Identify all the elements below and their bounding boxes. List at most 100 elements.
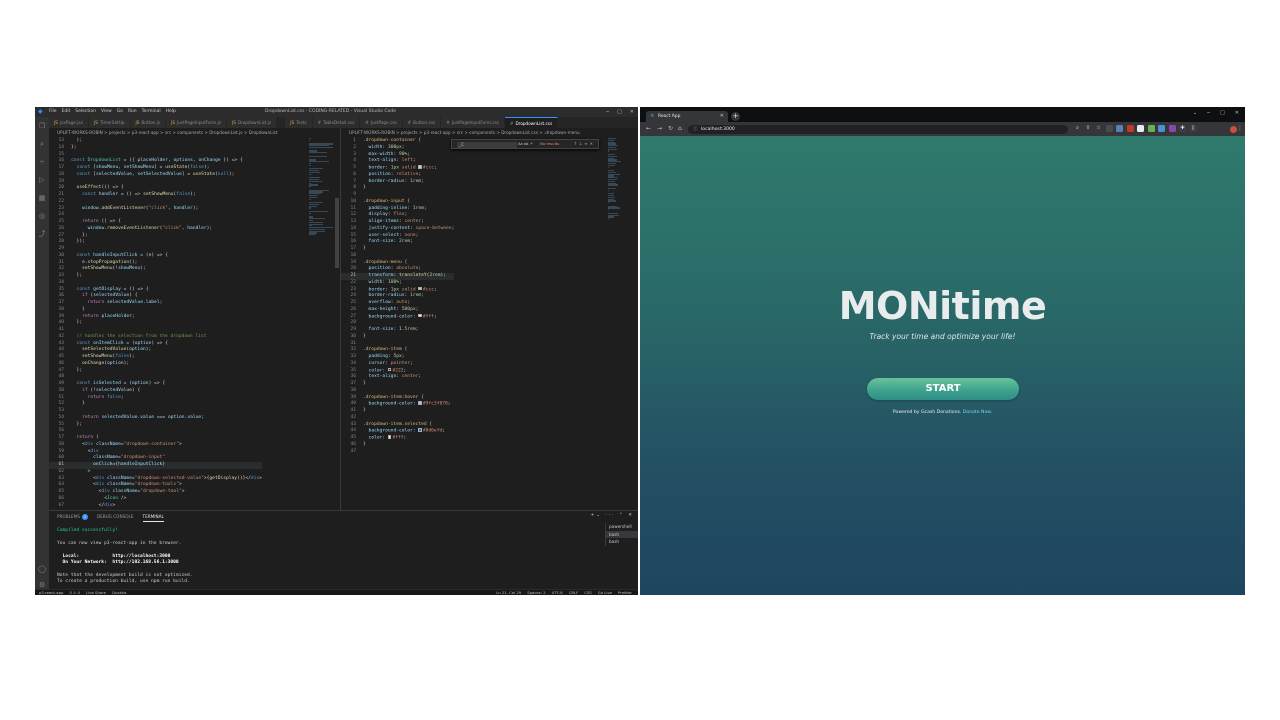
code-line[interactable]: 18 const [selectedValue, setSelectedValu…: [49, 172, 262, 179]
code-text[interactable]: };: [71, 320, 83, 327]
code-line[interactable]: 46 onChange(option);: [49, 361, 262, 368]
extensions-icon[interactable]: ▦: [38, 194, 46, 202]
code-line[interactable]: 28 });: [49, 239, 262, 246]
code-text[interactable]: };: [71, 422, 83, 429]
share-icon[interactable]: ⇪: [1085, 125, 1092, 132]
terminal-instance[interactable]: powershell: [606, 523, 638, 531]
editor-tab[interactable]: JS Tests: [285, 117, 313, 128]
code-line[interactable]: 33 };: [49, 273, 262, 280]
code-line[interactable]: 44 background-color: #0d6efd;: [341, 428, 454, 435]
close-icon[interactable]: ✕: [630, 108, 634, 116]
color-swatch[interactable]: [418, 286, 422, 290]
code-text[interactable]: width: 100%;: [363, 280, 402, 287]
menu-item[interactable]: View: [101, 108, 112, 116]
extension-icon[interactable]: [1158, 125, 1165, 132]
code-line[interactable]: 26 window.removeEventListener("click", h…: [49, 226, 262, 233]
status-item[interactable]: 0 ⚠ 0: [69, 590, 80, 595]
code-text[interactable]: width: 300px;: [363, 145, 405, 152]
code-line[interactable]: 22 width: 100%;: [341, 280, 454, 287]
code-line[interactable]: 54 return selectedValue.value === option…: [49, 415, 262, 422]
code-line[interactable]: 25 return () => {: [49, 219, 262, 226]
status-item[interactable]: Quokka: [112, 590, 126, 595]
status-item[interactable]: Go Live: [598, 590, 612, 595]
code-area-css[interactable]: 1 .dropdown-container {2 width: 300px; 3 m…: [341, 138, 455, 455]
code-text[interactable]: const handler = () => setShowMenu(false)…: [71, 192, 196, 199]
remote-icon[interactable]: ◎: [38, 212, 46, 220]
account-icon[interactable]: ◯: [38, 565, 46, 573]
code-line[interactable]: 37}: [341, 381, 454, 388]
code-line[interactable]: 40 background-color: #9fc3f870;: [341, 401, 454, 408]
code-text[interactable]: background-color: #9fc3f870;: [363, 401, 451, 408]
code-text[interactable]: };: [71, 368, 83, 375]
code-text[interactable]: onChange(option);: [71, 361, 129, 368]
status-item[interactable]: CRLF: [569, 590, 579, 595]
extension-icon[interactable]: [1147, 125, 1155, 132]
code-text[interactable]: setShowMenu(!showMenu);: [71, 266, 146, 273]
bookmark-star-icon[interactable]: ☆: [1095, 125, 1102, 132]
code-text[interactable]: text-align: center;: [363, 374, 422, 381]
code-line[interactable]: 36 if (selectedValue) {: [49, 293, 262, 300]
code-line[interactable]: 30 const handleInputClick = (e) => {: [49, 253, 262, 260]
code-line[interactable]: 41}: [341, 408, 454, 415]
code-text[interactable]: font-size: 1.5rem;: [363, 327, 419, 334]
terminal-instance[interactable]: bash: [606, 538, 638, 546]
terminal-instance[interactable]: bash: [606, 530, 638, 538]
close-tab-icon[interactable]: ✕: [720, 111, 724, 122]
code-line[interactable]: 41: [49, 327, 262, 334]
close-icon[interactable]: ✕: [1235, 109, 1239, 118]
code-line[interactable]: 64 <div className="dropdown-tools">: [49, 482, 262, 489]
search-icon[interactable]: ⌕: [38, 140, 46, 148]
browser-tab[interactable]: ⚛ React App ✕: [646, 111, 728, 122]
live-share-icon[interactable]: ⤴: [38, 230, 46, 238]
code-line[interactable]: 28: [341, 320, 454, 327]
extension-icon[interactable]: [1126, 125, 1134, 132]
code-text[interactable]: return selectedValue.label;: [71, 300, 163, 307]
code-line[interactable]: 25 overflow: auto;: [341, 300, 454, 307]
status-item[interactable]: Spaces: 2: [527, 590, 545, 595]
minimize-icon[interactable]: ─: [1207, 109, 1210, 118]
code-text[interactable]: cursor: pointer;: [363, 361, 413, 368]
code-line[interactable]: 2 width: 300px;: [341, 145, 454, 152]
code-text[interactable]: window.addEventListener("click", handler…: [71, 206, 198, 213]
code-text[interactable]: setShowMenu(false);: [71, 354, 135, 361]
code-line[interactable]: 18: [341, 253, 454, 260]
code-text[interactable]: </div>: [71, 503, 116, 510]
editor-left[interactable]: UPLIFT-WORKS-ROBIN > projects > p3-react…: [49, 128, 339, 510]
code-line[interactable]: 24 border-radius: 1rem;: [341, 293, 454, 300]
code-line[interactable]: 8}: [341, 185, 454, 192]
panel-controls[interactable]: +⌄ ··· ⌃ ✕: [590, 512, 634, 520]
code-line[interactable]: 60 className="dropdown-input": [49, 455, 262, 462]
editor-tab[interactable]: JS jsxPage.jsx: [49, 117, 90, 128]
donate-link[interactable]: Donate Now.: [963, 410, 992, 415]
code-line[interactable]: 13 );: [49, 138, 262, 145]
back-icon[interactable]: ←: [646, 122, 651, 136]
url-text[interactable]: localhost:3000: [701, 125, 735, 134]
maximize-icon[interactable]: □: [617, 108, 622, 116]
code-line[interactable]: 21 transform: translateY(2rem);: [341, 273, 455, 280]
code-line[interactable]: 50 if (!selectedValue) {: [49, 388, 262, 395]
code-text[interactable]: }: [71, 307, 85, 314]
code-text[interactable]: const isSelected = (option) => {: [71, 381, 166, 388]
code-text[interactable]: const DropdownList = ({ placeHolder, opt…: [71, 158, 243, 165]
editor-tab[interactable]: JS JustPageInputForm.js: [166, 117, 227, 128]
code-line[interactable]: 46}: [341, 442, 454, 449]
code-text[interactable]: text-align: left;: [363, 158, 416, 165]
code-line[interactable]: 65 <div className="dropdown-tool">: [49, 489, 262, 496]
forward-icon[interactable]: →: [657, 122, 662, 136]
find-input[interactable]: _C: [457, 141, 517, 148]
menu-item[interactable]: Selection: [75, 108, 96, 116]
menu-item[interactable]: Edit: [62, 108, 71, 116]
code-line[interactable]: 57 return (: [49, 435, 262, 442]
code-line[interactable]: 48: [49, 374, 262, 381]
code-text[interactable]: }: [363, 334, 366, 341]
maximize-icon[interactable]: □: [1220, 109, 1225, 118]
code-text[interactable]: max-height: 500px;: [363, 307, 419, 314]
code-line[interactable]: 32 .dropdown-item {: [341, 347, 454, 354]
code-text[interactable]: .dropdown-item {: [363, 347, 407, 354]
code-line[interactable]: 13 align-items: center;: [341, 219, 454, 226]
code-line[interactable]: 27 background-color: #fff;: [341, 313, 454, 321]
code-line[interactable]: 55 };: [49, 422, 262, 429]
code-line[interactable]: 20 position: absolute;: [341, 266, 454, 273]
more-menu-icon[interactable]: ⋮: [1237, 122, 1243, 136]
color-swatch[interactable]: [418, 401, 422, 405]
